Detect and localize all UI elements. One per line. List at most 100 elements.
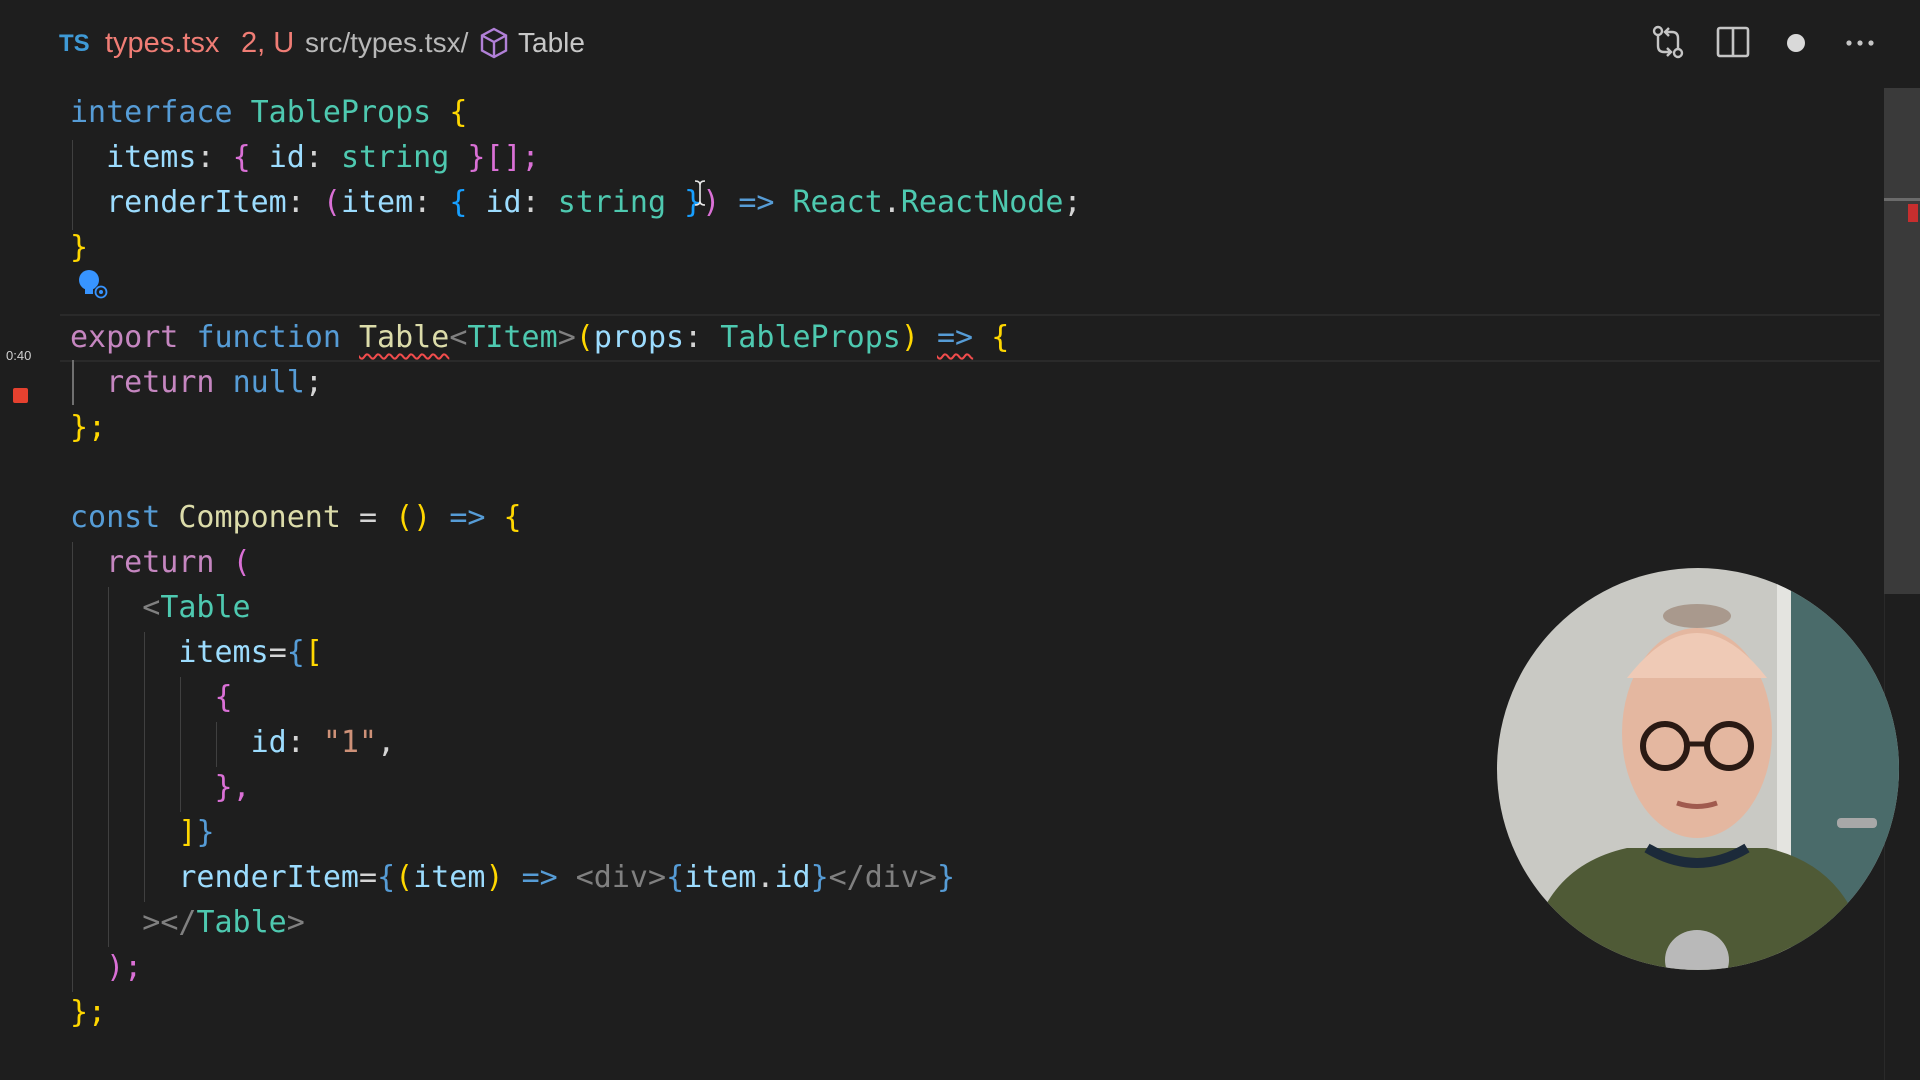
more-actions-icon[interactable] — [1840, 22, 1880, 62]
code-token: { — [503, 500, 522, 535]
code-token: renderItem — [178, 860, 359, 895]
code-token: item — [340, 185, 414, 220]
code-token: }; — [70, 995, 107, 1030]
code-token: = — [359, 860, 378, 895]
code-line: { — [70, 675, 233, 720]
typescript-file-icon: TS — [59, 30, 90, 57]
scrollbar-error-marker — [1908, 204, 1918, 222]
code-token: { — [666, 860, 685, 895]
code-token: interface — [70, 95, 233, 130]
split-editor-icon[interactable] — [1713, 22, 1753, 62]
scrollbar-thumb[interactable] — [1884, 88, 1920, 594]
code-token: { — [449, 95, 468, 130]
code-token: Table — [160, 590, 251, 625]
code-token: : — [196, 140, 215, 175]
code-token: id — [774, 860, 811, 895]
code-token: { — [232, 140, 251, 175]
code-token: > — [286, 905, 305, 940]
unsaved-dot-icon[interactable] — [1776, 22, 1816, 62]
code-token: ); — [106, 950, 143, 985]
code-token: { — [991, 320, 1010, 355]
code-token: function — [196, 320, 341, 355]
code-token: } — [810, 860, 829, 895]
code-editor: TS types.tsx 2, U src/types.tsx/ Table 0… — [0, 0, 1920, 1080]
code-token: const — [70, 500, 161, 535]
code-token: { — [286, 635, 305, 670]
code-token: null — [232, 365, 305, 400]
code-token: < — [142, 590, 161, 625]
code-line: items={[ — [70, 630, 323, 675]
code-token: : — [286, 725, 305, 760]
code-token: { — [449, 185, 468, 220]
tab-filename[interactable]: types.tsx — [105, 27, 219, 60]
code-token: }; — [70, 410, 107, 445]
code-line: const Component = () => { — [70, 495, 522, 540]
code-token: : — [413, 185, 432, 220]
code-token: => — [521, 860, 558, 895]
open-changes-icon[interactable] — [1648, 22, 1688, 62]
code-token: <div> — [575, 860, 667, 895]
code-token: return — [106, 545, 215, 580]
code-token: }[]; — [467, 140, 540, 175]
scrollbar-cursor-marker — [1884, 198, 1920, 201]
code-token: ( — [395, 860, 414, 895]
code-token-error[interactable]: Table — [359, 320, 449, 355]
code-token: id — [250, 725, 287, 760]
code-token: () — [395, 500, 432, 535]
code-token: Table — [196, 905, 287, 940]
code-token: ( — [232, 545, 251, 580]
code-line: return ( — [70, 540, 251, 585]
code-token: > — [142, 905, 161, 940]
code-token: [ — [304, 635, 323, 670]
code-token: => — [449, 500, 486, 535]
code-token: . — [882, 185, 901, 220]
code-token: } — [196, 815, 215, 850]
code-line: id: "1", — [70, 720, 396, 765]
code-line: interface TableProps { — [70, 90, 467, 135]
code-token: { — [377, 860, 396, 895]
symbol-box-icon — [480, 27, 508, 59]
code-token: TableProps — [720, 320, 901, 355]
breadcrumb-path[interactable]: src/types.tsx/ — [305, 27, 468, 59]
code-token: </div> — [828, 860, 937, 895]
code-token: TableProps — [250, 95, 432, 130]
code-token: string — [340, 140, 450, 175]
code-token: TItem — [467, 320, 558, 355]
code-token: props — [593, 320, 685, 355]
code-line: items: { id: string }[]; — [70, 135, 540, 180]
code-line: }; — [70, 405, 106, 450]
text-cursor-icon — [694, 180, 706, 206]
code-token: { — [214, 680, 233, 715]
code-line: }, — [70, 765, 251, 810]
code-token: id — [268, 140, 305, 175]
code-token: ] — [178, 815, 197, 850]
code-line: ); — [70, 945, 142, 990]
code-token: : — [304, 140, 323, 175]
code-token: item — [413, 860, 486, 895]
code-token: < — [449, 320, 468, 355]
presenter-video-image — [1497, 568, 1899, 970]
code-token: ) — [900, 320, 919, 355]
code-line: return null; — [70, 360, 323, 405]
editor-tab-bar: TS types.tsx 2, U src/types.tsx/ Table — [0, 0, 1920, 88]
code-line: ]} — [70, 810, 215, 855]
breadcrumb-symbol[interactable]: Table — [518, 27, 585, 59]
code-token-error[interactable]: => — [937, 320, 973, 355]
code-line: <Table — [70, 585, 251, 630]
code-token: ( — [322, 185, 341, 220]
code-token: React — [792, 185, 883, 220]
code-token: renderItem — [106, 185, 287, 220]
code-line: renderItem: (item: { id: string }) => Re… — [70, 180, 1082, 225]
code-token: items — [178, 635, 269, 670]
code-token: string — [557, 185, 667, 220]
code-token: . — [756, 860, 775, 895]
code-token: , — [377, 725, 396, 760]
code-token: items — [106, 140, 197, 175]
code-token: ; — [1063, 185, 1082, 220]
code-token: id — [485, 185, 522, 220]
code-line: ></Table> — [70, 900, 305, 945]
code-token: ; — [304, 365, 323, 400]
code-token: item — [684, 860, 757, 895]
code-token: Component — [178, 500, 341, 535]
code-token: return — [106, 365, 215, 400]
